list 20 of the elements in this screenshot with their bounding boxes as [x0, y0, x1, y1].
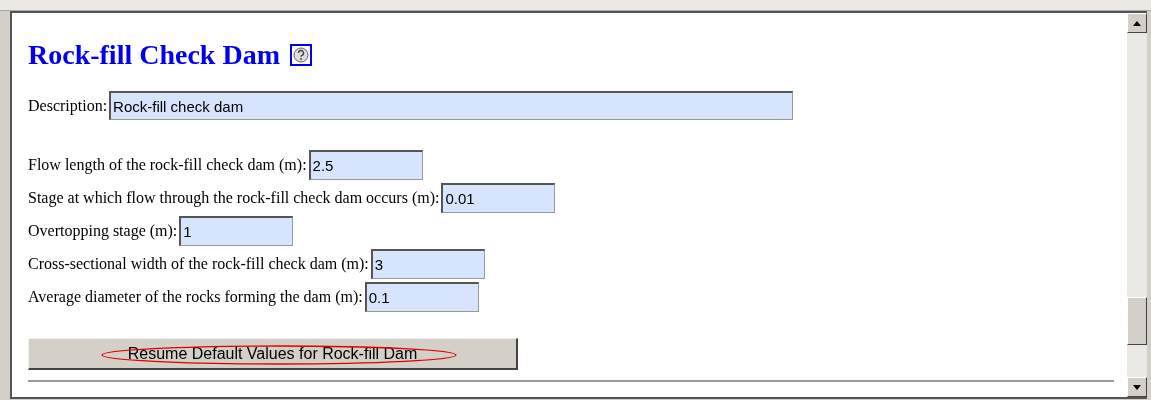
description-field[interactable]: Rock-fill check dam [109, 91, 794, 120]
field-label: Overtopping stage (m): [28, 222, 178, 240]
field-label: Cross-sectional width of the rock-fill check dam (m): [28, 255, 369, 273]
input-field[interactable]: 3 [370, 249, 485, 279]
reset-button[interactable]: Resume Default Values for Rock-fill Dam [28, 338, 518, 370]
help-icon[interactable] [290, 44, 312, 66]
input-field[interactable]: 2.5 [308, 150, 423, 180]
down-triangle-icon [1133, 384, 1141, 390]
input-field[interactable]: 0.01 [441, 183, 556, 213]
input-field[interactable]: 1 [179, 216, 294, 246]
scrollbar-thumb[interactable] [1127, 297, 1147, 345]
field-label: Description: [28, 96, 108, 115]
field-label: Flow length of the rock-fill check dam (m): [28, 156, 307, 174]
scroll-down-button[interactable] [1127, 377, 1147, 397]
up-triangle-icon [1133, 20, 1141, 26]
field-label: Stage at which flow through the rock-fill check dam occurs (m): [28, 189, 440, 207]
input-field[interactable]: 0.1 [364, 282, 479, 312]
page-title: Rock-fill Check Dam [28, 39, 280, 71]
scroll-up-button[interactable] [1127, 13, 1147, 33]
field-label: Average diameter of the rocks forming the dam (m): [28, 288, 363, 306]
